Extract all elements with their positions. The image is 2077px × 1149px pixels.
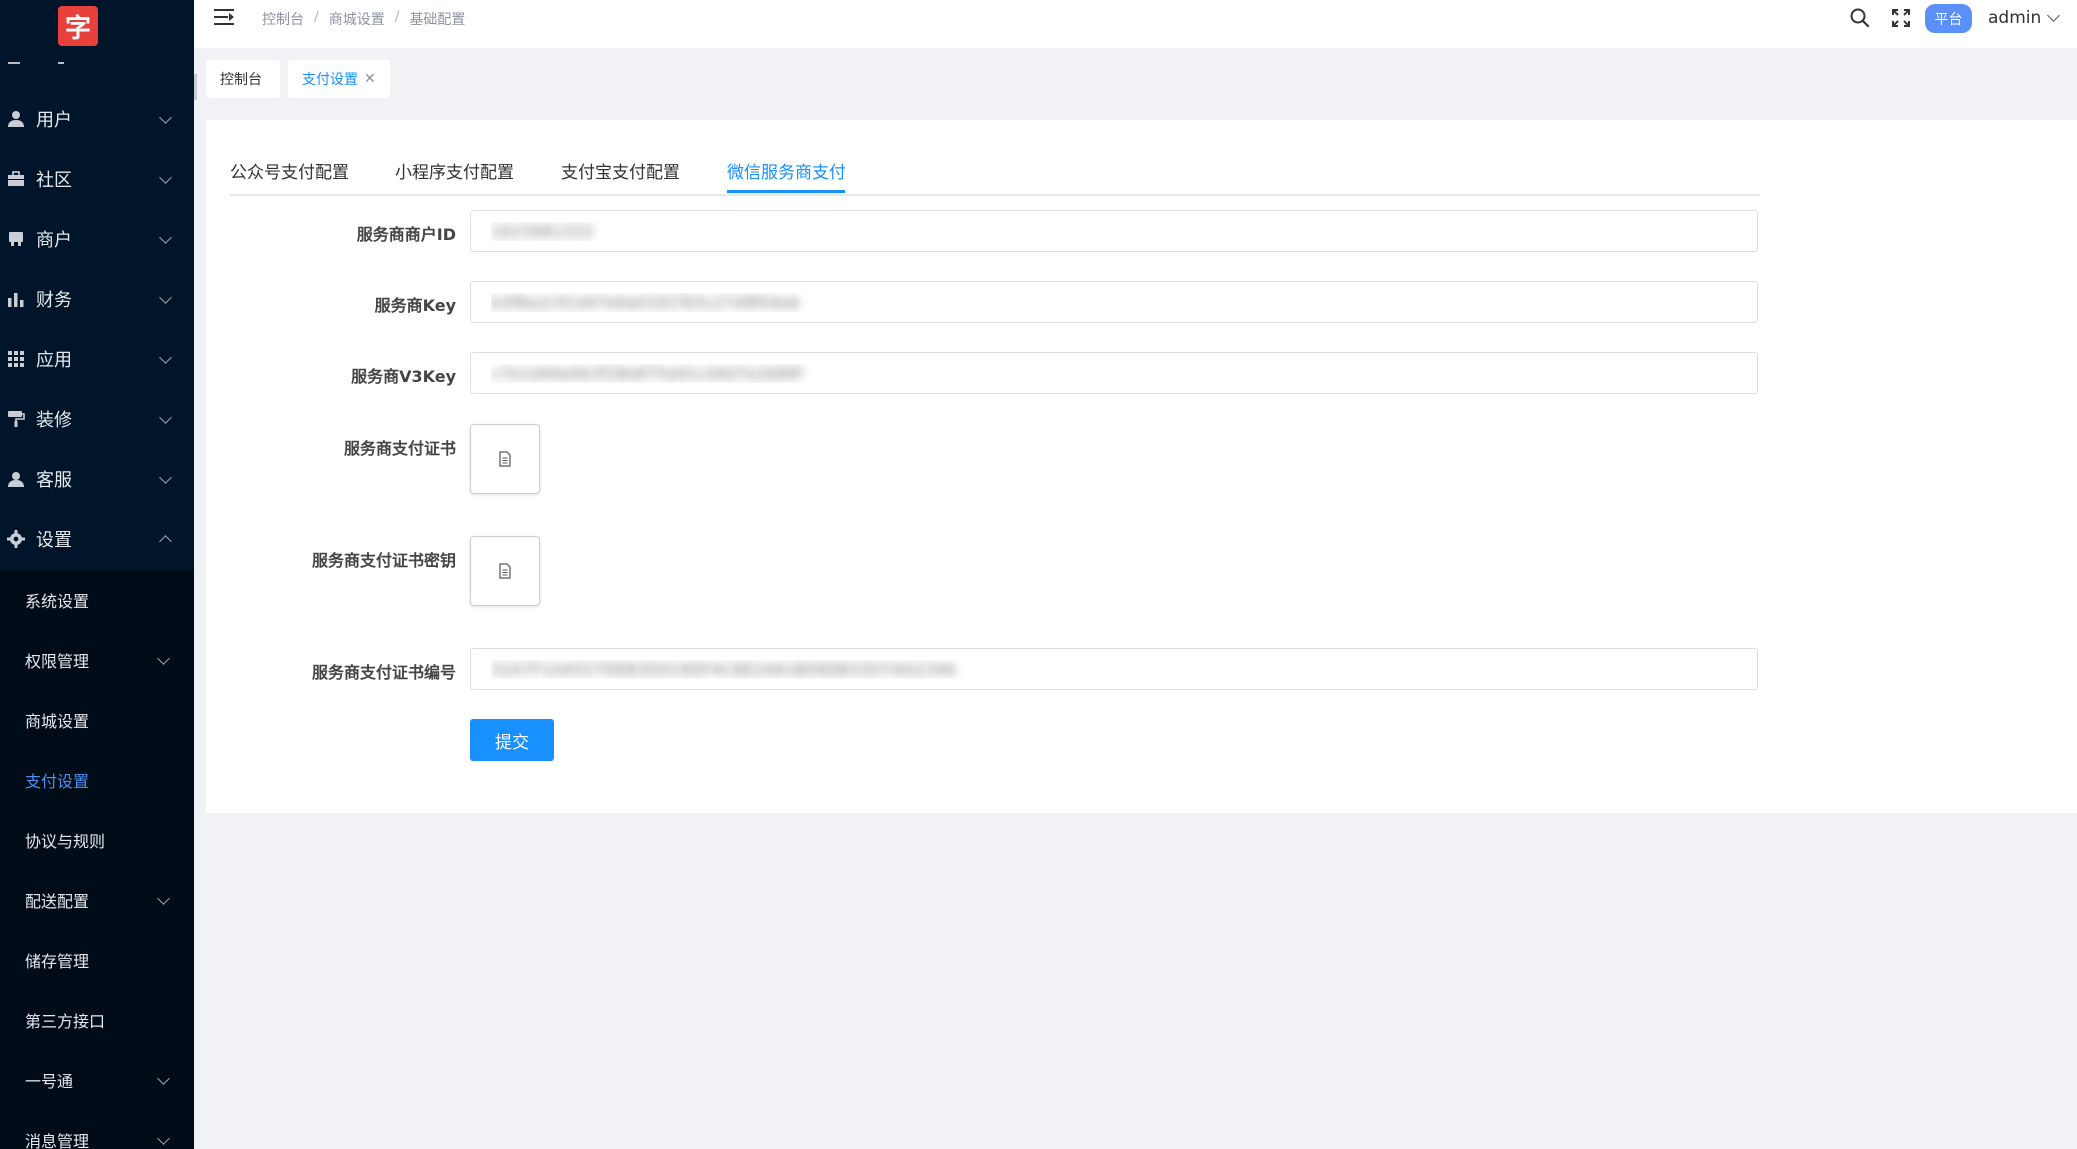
- close-icon[interactable]: ✕: [364, 71, 376, 87]
- cert-label: 服务商支付证书: [343, 439, 456, 458]
- breadcrumb: 控制台 / 商城设置 / 基础配置: [262, 9, 465, 29]
- key-label: 服务商Key: [374, 296, 456, 315]
- fullscreen-icon[interactable]: [1890, 7, 1912, 29]
- merchant-id-input[interactable]: [470, 210, 1758, 252]
- active-tab-indicator: [727, 190, 845, 193]
- sidebar-item-label: 设置: [36, 530, 72, 551]
- grid-icon: [7, 350, 25, 368]
- bar-chart-icon: [7, 290, 25, 308]
- chevron-down-icon: [159, 351, 172, 364]
- user-name: admin: [1988, 8, 2042, 28]
- submenu-item-third-party[interactable]: 第三方接口: [0, 990, 194, 1050]
- cert-key-upload-button[interactable]: [470, 536, 540, 606]
- merchant-id-label: 服务商商户ID: [356, 225, 456, 244]
- tags-scroll-handle[interactable]: [194, 74, 197, 100]
- submenu-item-permissions[interactable]: 权限管理: [0, 630, 194, 690]
- file-icon: [499, 563, 511, 579]
- sidebar-item-label: 商户: [36, 230, 72, 251]
- submenu-item-messages[interactable]: 消息管理: [0, 1110, 194, 1149]
- sidebar-item-label: 装修: [36, 410, 72, 431]
- gear-icon: [7, 530, 25, 548]
- user-menu[interactable]: admin: [1988, 8, 2061, 28]
- chevron-down-icon: [159, 171, 172, 184]
- menu-toggle-icon[interactable]: [214, 8, 234, 26]
- sidebar-item-label: 客服: [36, 470, 72, 491]
- sidebar-item-apps[interactable]: 应用: [0, 329, 194, 389]
- sidebar-item-label: 应用: [36, 350, 72, 371]
- cert-serial-label: 服务商支付证书编号: [311, 663, 456, 682]
- chevron-down-icon: [159, 231, 172, 244]
- sidebar-item-customer-service[interactable]: 客服: [0, 449, 194, 509]
- sidebar-item-decoration[interactable]: 装修: [0, 389, 194, 449]
- sidebar-item-label: 社区: [36, 170, 72, 191]
- chevron-down-icon: [157, 1072, 170, 1085]
- sidebar-item-label: 财务: [36, 290, 72, 311]
- breadcrumb-item[interactable]: 商城设置: [329, 9, 385, 29]
- top-header: 控制台 / 商城设置 / 基础配置: [194, 0, 2077, 49]
- sidebar-item-community[interactable]: 社区: [0, 149, 194, 209]
- breadcrumb-item: 基础配置: [409, 12, 466, 28]
- cert-serial-input[interactable]: [470, 648, 1758, 690]
- file-icon: [499, 451, 511, 467]
- cert-upload-button[interactable]: [470, 424, 540, 494]
- chevron-down-icon: [159, 291, 172, 304]
- submenu-item-storage[interactable]: 储存管理: [0, 930, 194, 990]
- settings-submenu: 系统设置 权限管理 商城设置 支付设置 协议与规则 配送配置 储存管理 第三方接…: [0, 570, 194, 1149]
- submenu-item-agreements[interactable]: 协议与规则: [0, 810, 194, 870]
- submenu-item-yihaotong[interactable]: 一号通: [0, 1050, 194, 1110]
- chevron-down-icon: [157, 652, 170, 665]
- tab-alipay[interactable]: 支付宝支付配置: [561, 158, 680, 183]
- menu-divider: [8, 62, 20, 64]
- store-icon: [7, 230, 25, 248]
- chevron-down-icon: [157, 892, 170, 905]
- tags-bar: 控制台 支付设置 ✕: [194, 48, 2077, 108]
- user-icon: [7, 110, 25, 128]
- breadcrumb-separator: /: [314, 9, 319, 25]
- chevron-down-icon: [2047, 9, 2061, 22]
- v3key-label: 服务商V3Key: [351, 367, 456, 386]
- tab-official-account-pay[interactable]: 公众号支付配置: [230, 158, 349, 183]
- tag-payment-settings[interactable]: 支付设置 ✕: [288, 60, 390, 98]
- sidebar-item-finance[interactable]: 财务: [0, 269, 194, 329]
- chevron-down-icon: [159, 111, 172, 124]
- app-logo[interactable]: 字: [58, 6, 98, 46]
- chevron-down-icon: [157, 1132, 170, 1145]
- submenu-item-mall-settings[interactable]: 商城设置: [0, 690, 194, 750]
- key-input[interactable]: [470, 281, 1758, 323]
- submit-button[interactable]: 提交: [470, 719, 554, 761]
- tag-dashboard[interactable]: 控制台: [206, 60, 280, 98]
- breadcrumb-separator: /: [394, 9, 400, 25]
- tab-mini-program-pay[interactable]: 小程序支付配置: [395, 158, 514, 183]
- sidebar-item-label: 用户: [36, 110, 72, 131]
- breadcrumb-item[interactable]: 控制台: [262, 9, 304, 29]
- submenu-item-payment-settings[interactable]: 支付设置: [0, 750, 194, 810]
- platform-badge[interactable]: 平台: [1925, 4, 1972, 33]
- paint-roller-icon: [7, 410, 25, 428]
- submenu-item-delivery[interactable]: 配送配置: [0, 870, 194, 930]
- sidebar-item-users[interactable]: 用户: [0, 89, 194, 149]
- menu-divider: [58, 62, 64, 64]
- search-icon[interactable]: [1849, 7, 1871, 29]
- cert-key-label: 服务商支付证书密钥: [311, 551, 456, 570]
- chevron-down-icon: [159, 411, 172, 424]
- sidebar-item-settings[interactable]: 设置: [0, 509, 194, 569]
- chevron-up-icon: [159, 535, 172, 548]
- headset-user-icon: [7, 470, 25, 488]
- payment-tabs: 公众号支付配置 小程序支付配置 支付宝支付配置 微信服务商支付: [230, 150, 1760, 196]
- sidebar: 字 用户 社区 商户 财务 应用 装修 客服 设置 系统设置 权限管理 商城设置…: [0, 0, 194, 1149]
- sidebar-item-merchants[interactable]: 商户: [0, 209, 194, 269]
- v3key-input[interactable]: [470, 352, 1758, 394]
- tab-wechat-service-provider-pay[interactable]: 微信服务商支付: [727, 158, 846, 183]
- chevron-down-icon: [159, 471, 172, 484]
- submenu-item-system-settings[interactable]: 系统设置: [0, 570, 194, 630]
- briefcase-icon: [7, 170, 25, 188]
